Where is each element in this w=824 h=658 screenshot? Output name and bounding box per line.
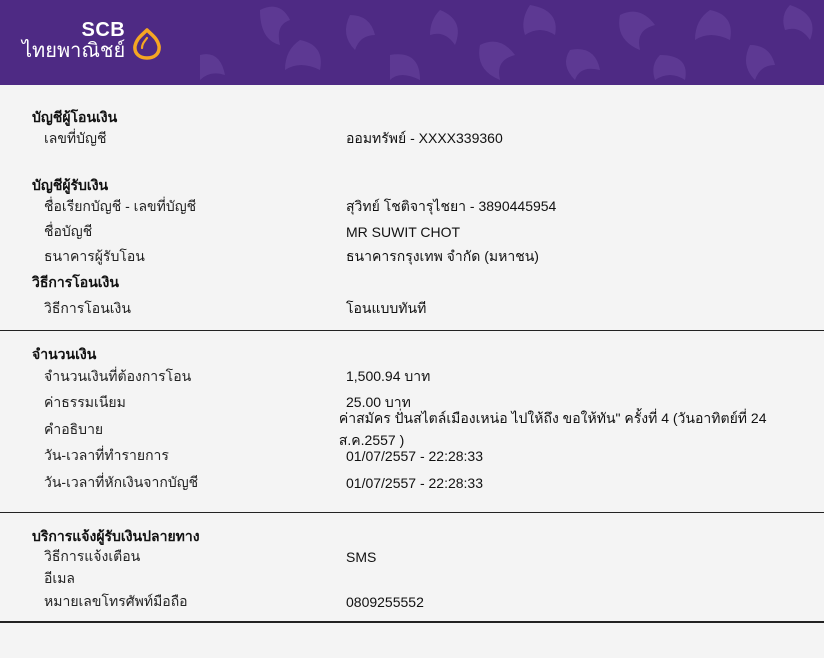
- receiving-bank-label: ธนาคารผู้รับโอน: [44, 247, 145, 264]
- scb-logo: SCB ไทยพาณิชย์: [22, 20, 163, 62]
- detail-row: วิธีการแจ้งเตือน SMS: [32, 545, 824, 569]
- notify-title: บริการแจ้งผู้รับเงินปลายทาง: [32, 528, 200, 544]
- detail-row: จำนวนเงินที่ต้องการโอน 1,500.94 บาท: [32, 363, 824, 390]
- debit-time-label: วัน-เวลาที่หักเงินจากบัญชี: [44, 474, 199, 490]
- transfer-amount-label: จำนวนเงินที่ต้องการโอน: [44, 367, 192, 384]
- method-section: วิธีการโอนเงิน วิธีการโอนเงิน โอนแบบทันท…: [0, 269, 824, 321]
- mobile-number-label: หมายเลขโทรศัพท์มือถือ: [44, 593, 188, 609]
- method-title: วิธีการโอนเงิน: [32, 274, 119, 290]
- detail-row: ชื่อเรียกบัญชี - เลขที่บัญชี สุวิทย์ โชต…: [32, 194, 824, 219]
- detail-row: หมายเลขโทรศัพท์มือถือ 0809255552: [32, 589, 824, 615]
- amount-title: จำนวนเงิน: [32, 346, 97, 362]
- transaction-time-label: วัน-เวลาที่ทำรายการ: [44, 447, 169, 463]
- detail-row: เลขที่บัญชี ออมทรัพย์ - XXXX339360: [32, 126, 824, 151]
- account-number-value: ออมทรัพย์ - XXXX339360: [346, 129, 503, 146]
- detail-row: ธนาคารผู้รับโอน ธนาคารกรุงเทพ จำกัด (มหา…: [32, 244, 824, 269]
- email-label: อีเมล: [44, 570, 76, 586]
- notify-section: บริการแจ้งผู้รับเงินปลายทาง วิธีการแจ้งเ…: [0, 513, 824, 615]
- fee-label: ค่าธรรมเนียม: [44, 394, 126, 410]
- account-name-label: ชื่อบัญชี: [44, 222, 93, 239]
- receiving-bank-value: ธนาคารกรุงเทพ จำกัด (มหาชน): [346, 247, 539, 264]
- account-name-value: MR SUWIT CHOT: [346, 223, 461, 240]
- notify-method-label: วิธีการแจ้งเตือน: [44, 548, 141, 564]
- method-label: วิธีการโอนเงิน: [44, 299, 131, 316]
- receipt-content: บัญชีผู้โอนเงิน เลขที่บัญชี ออมทรัพย์ - …: [0, 85, 824, 623]
- header-banner: SCB ไทยพาณิชย์: [0, 0, 824, 85]
- account-alias-label: ชื่อเรียกบัญชี - เลขที่บัญชี: [44, 197, 197, 214]
- detail-row: ชื่อบัญชี MR SUWIT CHOT: [32, 219, 824, 244]
- description-value: ค่าสมัคร ปั่นสไตล์เมืองเหน่อ ไปให้ถึง ขอ…: [338, 409, 767, 448]
- detail-row: อีเมล: [32, 569, 824, 589]
- method-value: โอนแบบทันที: [346, 299, 427, 316]
- detail-row: วัน-เวลาที่หักเงินจากบัญชี 01/07/2557 - …: [32, 469, 824, 497]
- transaction-time-value: 01/07/2557 - 22:28:33: [346, 448, 484, 464]
- scb-mark-icon: [133, 28, 162, 60]
- description-label: คำอธิบาย: [44, 420, 104, 437]
- amount-section: จำนวนเงิน จำนวนเงินที่ต้องการโอน 1,500.9…: [0, 331, 824, 497]
- detail-row: คำอธิบาย ค่าสมัคร ปั่นสไตล์เมืองเหน่อ ไป…: [32, 410, 824, 448]
- logo-scb-text: SCB: [81, 19, 126, 41]
- from-account-section: บัญชีผู้โอนเงิน เลขที่บัญชี ออมทรัพย์ - …: [0, 85, 824, 151]
- detail-row: วิธีการโอนเงิน โอนแบบทันที: [32, 296, 824, 321]
- debit-time-value: 01/07/2557 - 22:28:33: [346, 475, 484, 491]
- from-account-title: บัญชีผู้โอนเงิน: [32, 109, 118, 125]
- bottom-divider: [0, 621, 824, 623]
- to-account-title: บัญชีผู้รับเงิน: [32, 177, 109, 193]
- to-account-section: บัญชีผู้รับเงิน ชื่อเรียกบัญชี - เลขที่บ…: [0, 151, 824, 269]
- account-alias-value: สุวิทย์ โชติจารุไชยา - 3890445954: [346, 197, 557, 214]
- notify-method-value: SMS: [346, 549, 377, 565]
- mobile-number-value: 0809255552: [346, 594, 424, 610]
- account-number-label: เลขที่บัญชี: [44, 129, 107, 146]
- logo-thai-text: ไทยพาณิชย์: [22, 40, 126, 62]
- transfer-amount-value: 1,500.94 บาท: [346, 367, 431, 384]
